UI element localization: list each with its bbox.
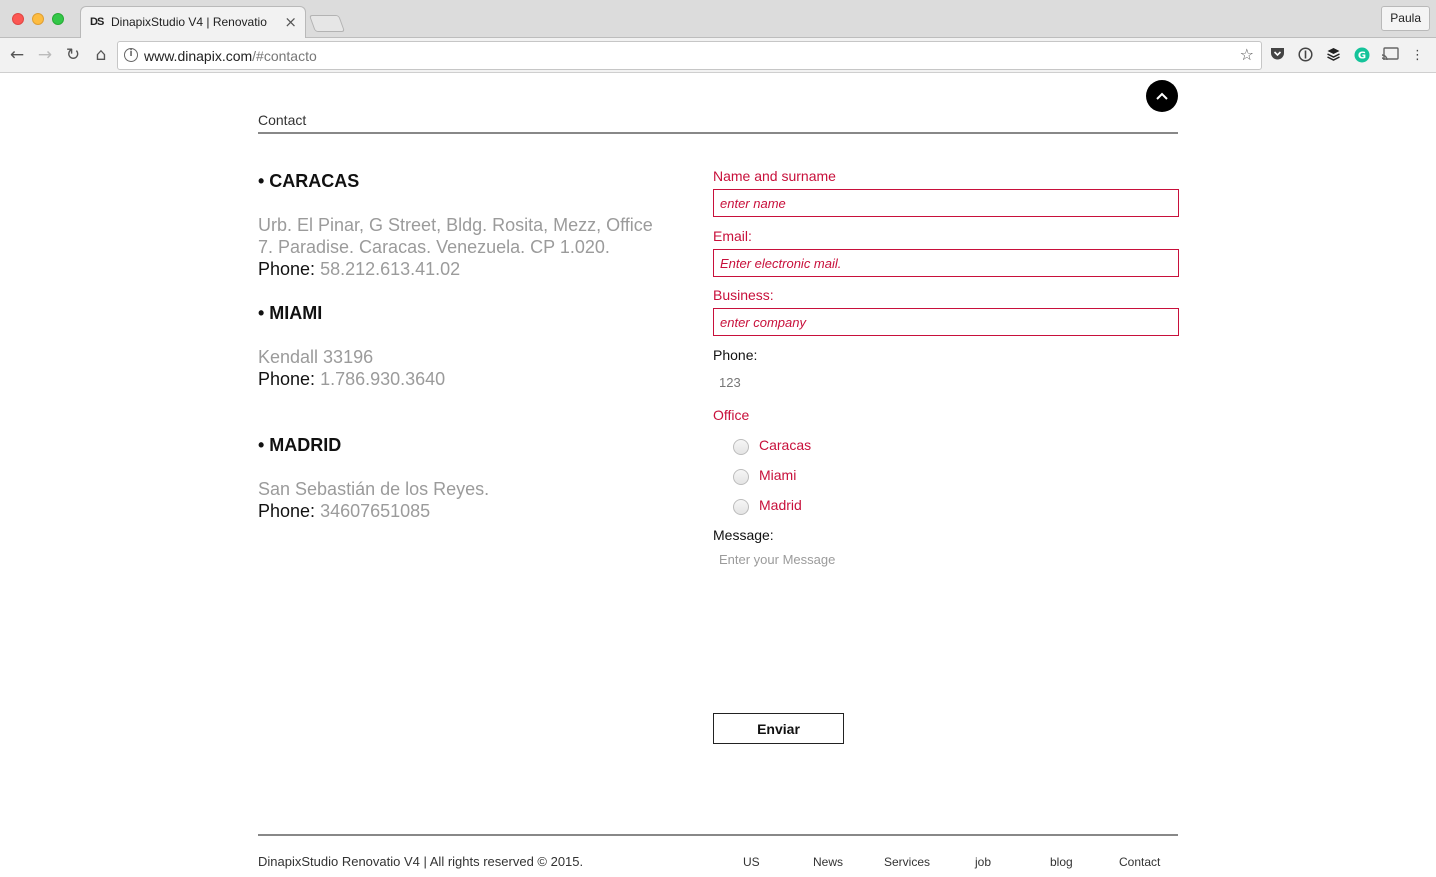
menu-icon[interactable]: ⋮ [1409, 47, 1426, 64]
minimize-window-button[interactable] [32, 13, 44, 25]
radio-label: Miami [759, 467, 797, 483]
browser-toolbar: ← → ↻ ⌂ i www.dinapix.com/#contacto ☆ G … [0, 38, 1436, 73]
radio-label: Caracas [759, 437, 812, 453]
tab-title: DinapixStudio V4 | Renovatio [111, 15, 267, 29]
profile-button[interactable]: Paula [1381, 6, 1430, 31]
reload-icon[interactable]: ↻ [62, 44, 84, 66]
scroll-to-top-button[interactable] [1146, 80, 1178, 112]
section-title: Contact [258, 112, 307, 128]
phone-number: 1.786.930.3640 [320, 369, 446, 389]
url-path: /#contacto [252, 48, 317, 64]
message-textarea[interactable] [713, 550, 1179, 700]
svg-text:G: G [1357, 51, 1365, 62]
office-heading-miami: • MIAMI [258, 303, 323, 323]
phone-number: 58.212.613.41.02 [320, 259, 461, 279]
home-icon[interactable]: ⌂ [90, 44, 112, 66]
footer-link-services[interactable]: Services [884, 855, 930, 869]
phone-input[interactable] [713, 370, 1179, 394]
buffer-icon[interactable] [1325, 47, 1342, 64]
footer-link-news[interactable]: News [813, 855, 843, 869]
email-label: Email: [713, 228, 752, 244]
radio-button[interactable] [733, 499, 749, 515]
footer-divider [258, 834, 1178, 836]
maximize-window-button[interactable] [52, 13, 64, 25]
radio-button[interactable] [733, 469, 749, 485]
message-label: Message: [713, 527, 774, 543]
forward-icon[interactable]: → [34, 44, 56, 66]
office-phone-miami: Phone: 1.786.930.3640 [258, 369, 445, 390]
phone-label: Phone: [258, 501, 321, 521]
favicon-icon: DS [90, 16, 104, 28]
pocket-icon[interactable] [1269, 47, 1286, 64]
section-divider [258, 132, 1178, 134]
office-phone-madrid: Phone: 34607651085 [258, 501, 430, 522]
back-icon[interactable]: ← [6, 44, 28, 66]
business-input[interactable] [713, 308, 1179, 336]
url-host: www.dinapix.com [144, 48, 253, 64]
tab-close-icon[interactable]: × [284, 13, 297, 31]
phone-label: Phone: [258, 259, 321, 279]
submit-button[interactable]: Enviar [713, 713, 844, 744]
phone-label-field: Phone: [713, 347, 758, 363]
footer-link-us[interactable]: US [743, 855, 760, 869]
footer-link-blog[interactable]: blog [1050, 855, 1073, 869]
name-label: Name and surname [713, 168, 836, 184]
cast-icon[interactable] [1381, 47, 1399, 64]
close-window-button[interactable] [12, 13, 24, 25]
address-bar[interactable]: i www.dinapix.com/#contacto ☆ [117, 41, 1262, 70]
name-input[interactable] [713, 189, 1179, 217]
office-address-caracas: Urb. El Pinar, G Street, Bldg. Rosita, M… [258, 215, 653, 257]
phone-number: 34607651085 [320, 501, 431, 521]
star-icon[interactable]: ☆ [1240, 45, 1254, 64]
info-icon[interactable]: i [124, 48, 138, 62]
footer-link-contact[interactable]: Contact [1119, 855, 1160, 869]
url-text[interactable]: www.dinapix.com/#contacto [144, 48, 317, 64]
office-phone-caracas: Phone: 58.212.613.41.02 [258, 259, 460, 280]
office-address-madrid: San Sebastián de los Reyes. [258, 479, 490, 499]
office-heading-madrid: • MADRID [258, 435, 342, 455]
new-tab-button[interactable] [308, 15, 346, 32]
radio-label: Madrid [759, 497, 802, 513]
onepassword-icon[interactable] [1297, 47, 1314, 64]
footer-link-job[interactable]: job [975, 855, 991, 869]
browser-tab-bar: DS DinapixStudio V4 | Renovatio × Paula [0, 0, 1436, 39]
browser-tab-active[interactable]: DS DinapixStudio V4 | Renovatio × [80, 6, 306, 39]
page-content: Contact • CARACAS Urb. El Pinar, G Stree… [0, 74, 1436, 877]
office-address-miami: Kendall 33196 [258, 347, 374, 367]
office-label: Office [713, 407, 750, 423]
footer-copyright: DinapixStudio Renovatio V4 | All rights … [258, 854, 584, 869]
radio-button[interactable] [733, 439, 749, 455]
email-input[interactable] [713, 249, 1179, 277]
grammarly-icon[interactable]: G [1353, 47, 1370, 64]
phone-label: Phone: [258, 369, 321, 389]
business-label: Business: [713, 287, 774, 303]
office-heading-caracas: • CARACAS [258, 171, 360, 191]
